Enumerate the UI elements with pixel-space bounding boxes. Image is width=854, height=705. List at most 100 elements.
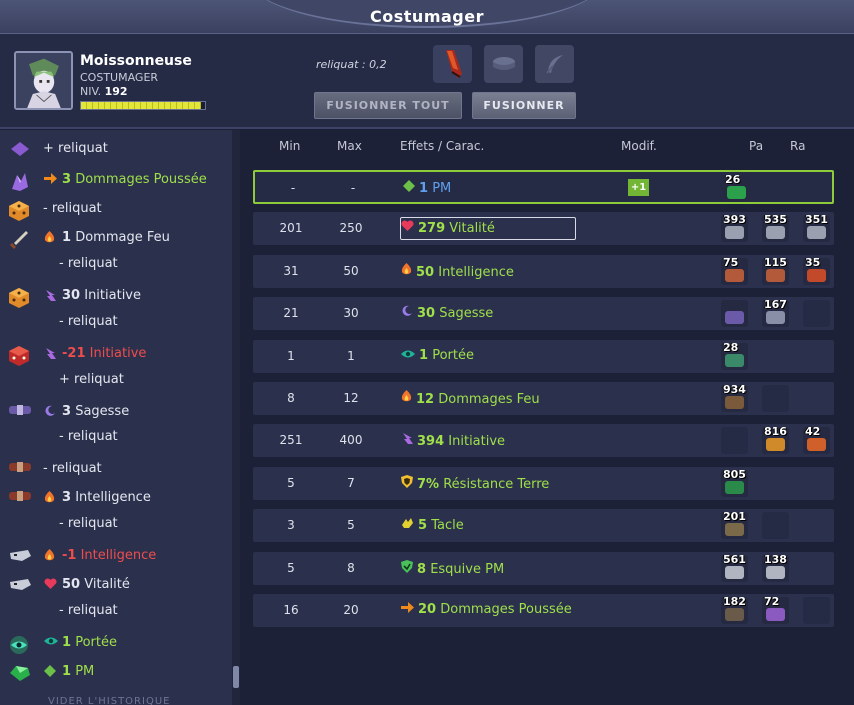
scrollbar-thumb[interactable] (233, 666, 239, 688)
table-row[interactable]: 111 Portée 28 (253, 339, 834, 373)
history-item-label: + reliquat (43, 141, 108, 156)
max-cell: 8 (347, 560, 355, 575)
fuse-button[interactable]: FUSIONNER (472, 92, 576, 119)
history-item: 50 Vitalité (0, 572, 232, 601)
max-cell: 1 (347, 348, 355, 363)
rune-slot[interactable] (721, 300, 748, 328)
push-arrow-icon (44, 173, 57, 187)
green-gem-icon (8, 663, 32, 683)
history-item: 3 Dommages Poussée (0, 167, 232, 196)
min-cell: 8 (287, 391, 295, 405)
history-item-label: - reliquat (59, 516, 118, 531)
eye-icon (401, 348, 415, 363)
clear-history-button[interactable]: VIDER L'HISTORIQUE (48, 696, 170, 705)
table-row[interactable]: 21 30 30 Sagesse 167 (253, 297, 834, 331)
empty-rune-slot[interactable] (762, 512, 789, 540)
table-row[interactable]: 588 Esquive PM 561 138 (253, 551, 834, 585)
min-cell: 5 (287, 475, 295, 490)
empty-rune-slot[interactable] (762, 385, 789, 412)
effect-label: Initiative (448, 434, 506, 450)
fuse-all-button[interactable]: FUSIONNER TOUT (314, 92, 462, 119)
table-row[interactable]: 5 7 7% Résistance Terre 805 (253, 466, 834, 500)
history-item-text: -21 Initiative (62, 346, 146, 361)
table-row[interactable]: 355 Tacle 201 (253, 509, 834, 543)
effect-cell: 394 Initiative (401, 432, 505, 449)
min-cell: 1 (287, 348, 295, 363)
rune-icon (766, 565, 785, 579)
rune-slot[interactable]: 535 (762, 213, 789, 243)
max-cell: - (350, 181, 356, 195)
push-arrow-icon (401, 602, 414, 617)
history-item-value: 3 (62, 172, 72, 187)
avatar (14, 51, 73, 110)
effect-value: 12 (416, 392, 435, 407)
table-row[interactable]: - - 1 PM +1 26 (253, 170, 834, 204)
table-row[interactable]: 201 250 279 Vitalité 393 535 351 (253, 212, 834, 246)
green-eye-stone-icon (8, 634, 32, 654)
rune-slot[interactable]: 201 (721, 510, 748, 540)
rune-slot[interactable]: 138 (762, 553, 789, 582)
rune-slot[interactable]: 167 (762, 298, 789, 328)
rune-slot[interactable]: 75 (721, 256, 748, 285)
rune-slot[interactable]: 182 (721, 595, 748, 624)
history-scrollbar[interactable] (232, 130, 240, 705)
rune-count: 805 (723, 467, 746, 481)
rune-slot[interactable]: 28 (721, 341, 748, 370)
min-cell: 21 (283, 306, 299, 321)
rune-icon (807, 226, 826, 240)
rune-slot[interactable]: 35 (803, 256, 830, 285)
table-row[interactable]: 31 50 50 Intelligence 75 115 35 (253, 254, 834, 288)
history-item-label: Sagesse (75, 404, 130, 419)
history-item-text: + reliquat (59, 372, 124, 387)
history-item-label: - reliquat (59, 603, 118, 618)
table-row[interactable]: 251 400 394 Initiative 816 42 (253, 424, 834, 458)
item-slot-weapon[interactable] (433, 45, 472, 83)
effect-cell: 50 Intelligence (401, 262, 514, 280)
effect-cell: 12 Dommages Feu (401, 390, 540, 407)
rune-slot[interactable]: 805 (721, 467, 748, 497)
min-cell: 5 (287, 560, 295, 575)
history-item: 3 Intelligence (0, 485, 232, 514)
history-item-label: Intelligence (80, 548, 157, 563)
tackle-icon (401, 518, 414, 533)
effect-cell: 7% Résistance Terre (401, 474, 549, 492)
empty-rune-slot[interactable] (803, 300, 830, 328)
history-item-label: + reliquat (59, 372, 124, 387)
table-row[interactable]: 8 12 12 Dommages Feu 934 (253, 382, 834, 415)
effect-label: Intelligence (438, 264, 514, 280)
rune-slot[interactable]: 351 (803, 213, 830, 243)
level-value: 192 (104, 85, 128, 98)
rune-slot[interactable]: 934 (721, 383, 748, 412)
item-slot-potion[interactable] (535, 45, 574, 83)
min-cell: 251 (279, 433, 303, 448)
max-cell: 5 (347, 518, 355, 533)
character-portrait-icon (16, 53, 71, 108)
rune-icon (725, 396, 744, 409)
history-item-text: - reliquat (59, 314, 118, 329)
empty-rune-slot[interactable] (803, 597, 830, 624)
rune-slot[interactable]: 561 (721, 553, 748, 582)
history-item-value: 50 (62, 577, 81, 592)
rune-slot[interactable]: 72 (762, 595, 789, 624)
rune-slot[interactable]: 393 (721, 213, 748, 243)
min-cell: - (290, 181, 296, 195)
rune-slot[interactable]: 115 (762, 256, 789, 285)
effects-table: Min Max Effets / Carac. Modif. Pa Ra - - 1… (240, 130, 854, 705)
rune-count: 42 (805, 425, 821, 439)
rune-slot[interactable]: 42 (803, 425, 830, 455)
wolf-skull-icon (8, 547, 32, 567)
effect-label: Portée (432, 347, 474, 363)
max-cell: 20 (343, 603, 359, 617)
purple-gem-icon (8, 140, 32, 160)
rune-slot[interactable]: 26 (723, 173, 750, 202)
item-slot-rune[interactable] (484, 45, 523, 83)
table-row[interactable]: 16 20 20 Dommages Poussée 182 72 (253, 594, 834, 627)
history-list[interactable]: + reliquat 3 Dommages Poussée - reliquat 1 … (0, 130, 240, 705)
xp-bar-fill (81, 102, 202, 109)
effect-cell: 30 Sagesse (401, 305, 493, 321)
effect-value: 5 (418, 518, 428, 534)
rune-count: 934 (723, 383, 746, 396)
rune-slot[interactable]: 816 (762, 425, 789, 455)
min-cell: 3 (287, 518, 295, 533)
empty-rune-slot[interactable] (721, 427, 748, 455)
